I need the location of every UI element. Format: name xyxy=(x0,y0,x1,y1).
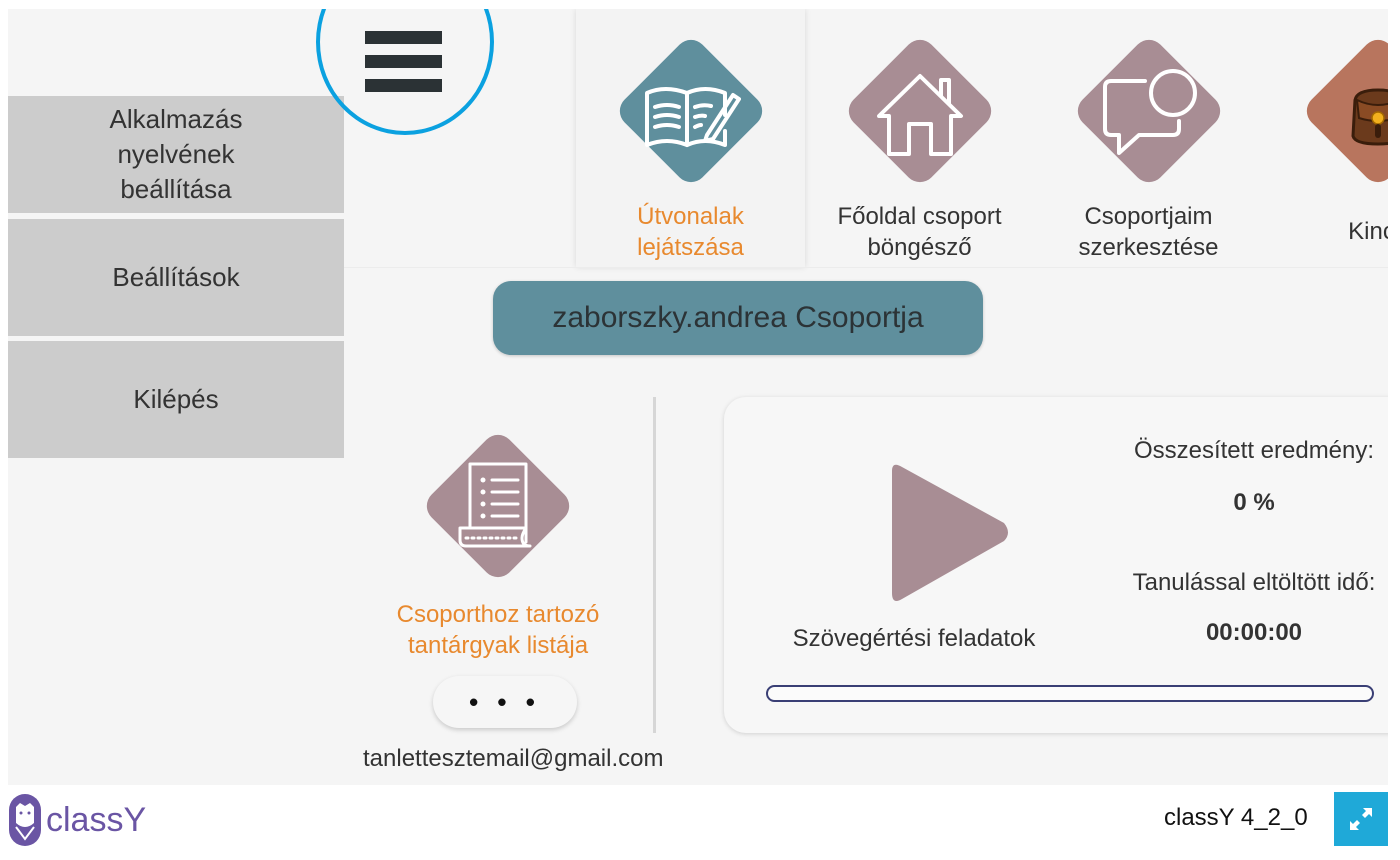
nav-item-home-browser[interactable]: Főoldal csoport böngésző xyxy=(805,9,1034,267)
chat-bubble-icon xyxy=(1074,40,1224,190)
app-frame: Alkalmazás nyelvének beállítása Beállítá… xyxy=(8,9,1388,785)
list-scroll-icon xyxy=(423,431,573,581)
time-label: Tanulással eltöltött idő: xyxy=(1132,569,1376,596)
nav-item-treasure[interactable]: Kincs xyxy=(1263,9,1388,267)
side-menu-settings-label: Beállítások xyxy=(112,262,240,292)
label-line: szerkesztése xyxy=(1078,234,1219,261)
course-title: Szövegértési feladatok xyxy=(792,625,1036,652)
top-divider xyxy=(344,267,1388,268)
play-button[interactable] xyxy=(884,461,1014,606)
subject-list-button[interactable]: Csoporthoz tartozó tantárgyak listája xyxy=(378,419,618,659)
home-icon xyxy=(845,40,995,190)
label-line: Csoportjaim xyxy=(1084,203,1213,230)
label-line: Főoldal csoport xyxy=(837,203,1002,230)
fullscreen-button[interactable] xyxy=(1334,792,1388,846)
score-value: 0 % xyxy=(1233,489,1275,516)
label-line: Útvonalak xyxy=(637,203,744,230)
app-version: classY 4_2_0 xyxy=(1164,804,1308,831)
hamburger-bar xyxy=(365,79,442,92)
hamburger-menu-icon xyxy=(365,31,442,44)
nav-item-label: Útvonalak lejátszása xyxy=(576,201,805,263)
side-menu-logout[interactable]: Kilépés xyxy=(8,341,344,458)
group-title: zaborszky.andrea Csoportja xyxy=(493,281,983,355)
side-menu-settings[interactable]: Beállítások xyxy=(8,219,344,336)
course-progress-bar xyxy=(766,685,1374,702)
nav-item-label: Csoportjaim szerkesztése xyxy=(1034,201,1263,263)
side-menu-language[interactable]: Alkalmazás nyelvének beállítása xyxy=(8,96,344,213)
side-menu-language-label: Alkalmazás nyelvének beállítása xyxy=(109,104,243,204)
menu-button[interactable] xyxy=(363,19,443,92)
more-options-button[interactable]: • • • xyxy=(433,676,577,728)
play-icon xyxy=(892,464,1008,601)
hamburger-bar xyxy=(365,55,442,68)
nav-item-edit-groups[interactable]: Csoportjaim szerkesztése xyxy=(1034,9,1263,267)
course-card[interactable]: Szövegértési feladatok Összesített eredm… xyxy=(724,397,1388,733)
expand-arrows-icon xyxy=(1350,808,1372,830)
label-line: lejátszása xyxy=(637,234,744,261)
label-line: böngésző xyxy=(867,234,972,261)
user-email: tanlettesztemail@gmail.com xyxy=(363,745,664,772)
vertical-divider xyxy=(653,397,656,733)
label-line: tantárgyak listája xyxy=(407,632,589,659)
nav-item-label: Főoldal csoport böngésző xyxy=(805,201,1034,263)
label-line: Kincs xyxy=(1348,218,1388,245)
book-pencil-icon xyxy=(616,40,766,190)
nav-item-play-routes[interactable]: Útvonalak lejátszása xyxy=(576,9,805,267)
label-line: Csoporthoz tartozó xyxy=(396,601,600,628)
subject-list-label: Csoporthoz tartozó tantárgyak listája xyxy=(358,599,638,661)
owl-logo-icon xyxy=(9,794,41,846)
score-label: Összesített eredmény: xyxy=(1133,437,1375,464)
logo-text: classY xyxy=(46,800,147,839)
nav-item-label: Kincs xyxy=(1263,201,1388,247)
time-value: 00:00:00 xyxy=(1205,619,1303,646)
side-menu-logout-label: Kilépés xyxy=(133,384,219,414)
classy-logo: classY xyxy=(8,793,146,847)
treasure-bag-icon xyxy=(1303,40,1388,190)
